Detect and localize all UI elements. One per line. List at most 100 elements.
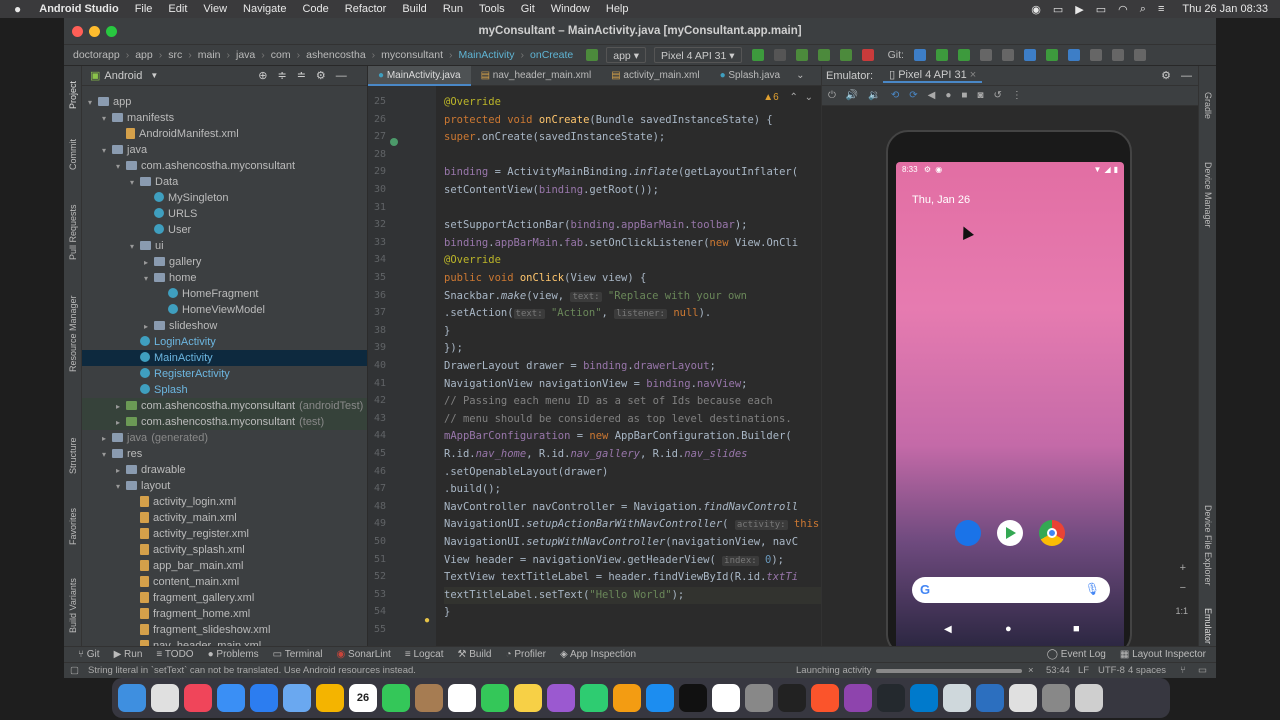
zoom-1-1[interactable]: 1:1 [1175, 606, 1188, 616]
run-icon[interactable] [751, 49, 764, 61]
menu-build[interactable]: Build [402, 3, 426, 15]
bottom-tab-profiler[interactable]: ◔ Profiler [506, 649, 547, 660]
tab-nav-header-main-xml[interactable]: ▤ nav_header_main.xml [471, 66, 602, 86]
calendar-dock-icon[interactable]: 26 [349, 684, 377, 712]
tree-item[interactable]: ▾ layout [82, 478, 367, 495]
code-line[interactable]: public void onClick(View view) { [444, 270, 646, 288]
more-icon[interactable]: ⋮ [1012, 90, 1022, 101]
gradle-sync-icon[interactable] [1023, 49, 1036, 61]
lightbulb-icon[interactable]: ● [424, 615, 430, 626]
bottom-tab-logcat[interactable]: ≡ Logcat [405, 649, 444, 660]
vscode-dock-icon[interactable] [910, 684, 938, 712]
record-icon[interactable]: ◉ [1031, 3, 1041, 16]
chevron-down-icon[interactable]: ▾ [116, 479, 126, 495]
play-store-app-icon[interactable] [997, 520, 1023, 546]
run-config-select[interactable]: app ▾ [606, 47, 646, 63]
code-line[interactable]: super.onCreate(savedInstanceState); [444, 129, 665, 147]
menu-refactor[interactable]: Refactor [345, 3, 387, 15]
code-line[interactable]: binding = ActivityMainBinding.inflate(ge… [444, 164, 798, 182]
tree-item[interactable]: activity_login.xml [82, 494, 367, 510]
rerun-icon[interactable] [773, 49, 786, 61]
zoom-window-icon[interactable] [106, 26, 117, 37]
minimize-panel-icon[interactable]: — [1181, 70, 1192, 82]
chevron-down-icon[interactable]: ▾ [130, 239, 140, 255]
tree-item[interactable]: activity_splash.xml [82, 542, 367, 558]
messages-app-icon[interactable] [955, 520, 981, 546]
bottom-tab-app-inspection[interactable]: ◈ App Inspection [560, 649, 636, 660]
code-line[interactable]: // menu should be considered as top leve… [444, 411, 792, 429]
chevron-down-icon[interactable]: ▼ [150, 71, 158, 80]
chrome-dock-icon[interactable] [712, 684, 740, 712]
podcasts-dock-icon[interactable] [547, 684, 575, 712]
menu-git[interactable]: Git [521, 3, 535, 15]
numbers-dock-icon[interactable] [580, 684, 608, 712]
search-icon[interactable]: ⌕ [1140, 3, 1146, 16]
locate-icon[interactable]: ⊕ [258, 69, 267, 82]
tree-item[interactable]: fragment_home.xml [82, 606, 367, 622]
tree-item[interactable]: fragment_gallery.xml [82, 590, 367, 606]
inspection-widget[interactable]: ▲6 ⌃ ⌄ [763, 92, 813, 103]
search-everywhere-icon[interactable] [1089, 49, 1102, 61]
override-gutter-icon[interactable] [390, 138, 398, 146]
microphone-icon[interactable]: 🎙 [1085, 582, 1100, 596]
code-line[interactable]: // Passing each menu ID as a set of Ids … [444, 393, 773, 411]
tree-item[interactable]: ▾ Data [82, 174, 367, 190]
menu-edit[interactable]: Edit [168, 3, 187, 15]
crumb-oncreate[interactable]: onCreate [527, 49, 576, 61]
expand-all-icon[interactable]: ≑ [277, 69, 286, 82]
chrome-app-icon[interactable] [1039, 520, 1065, 546]
bottom-tab-todo[interactable]: ≡ TODO [156, 649, 193, 660]
rollback-icon[interactable] [1001, 49, 1014, 61]
settings-icon[interactable] [1111, 49, 1124, 61]
crumb-mainactivity[interactable]: MainActivity [456, 49, 518, 61]
code-line[interactable]: } [444, 323, 450, 341]
tool-tab-commit[interactable]: Commit [65, 130, 81, 180]
phone-screen[interactable]: 8:33 ⚙ ◉ ▮ ◢ ▼ Thu, Jan 26 G 🎙 ◀ ● ■ [896, 162, 1124, 650]
menu-window[interactable]: Window [551, 3, 590, 15]
git-commit-icon[interactable] [935, 49, 948, 61]
tree-item[interactable]: app_bar_main.xml [82, 558, 367, 574]
app-store-dock-icon[interactable] [646, 684, 674, 712]
tree-item[interactable]: ▾ res [82, 446, 367, 462]
tool-tab-emulator[interactable]: Emulator [1200, 606, 1216, 646]
menu-run[interactable]: Run [443, 3, 463, 15]
code-line[interactable]: } [444, 604, 450, 622]
code-line[interactable]: NavigationUI.setupActionBarWithNavContro… [444, 516, 819, 535]
messages-dock-icon[interactable] [382, 684, 410, 712]
code-line[interactable]: setContentView(binding.getRoot()); [444, 182, 659, 200]
tool-tab-gradle[interactable]: Gradle [1200, 86, 1216, 126]
crumb-project[interactable]: doctorapp [70, 49, 123, 61]
tab-mainactivity-java[interactable]: ● MainActivity.java [368, 66, 471, 86]
menu-help[interactable]: Help [606, 3, 629, 15]
facetime-dock-icon[interactable] [481, 684, 509, 712]
preview-dock-icon[interactable] [943, 684, 971, 712]
code-line[interactable]: DrawerLayout drawer = binding.drawerLayo… [444, 358, 716, 376]
feedback-dock-icon[interactable] [844, 684, 872, 712]
bottom-tab-git[interactable]: ⑂ Git [78, 649, 100, 660]
tool-tab-pull-requests[interactable]: Pull Requests [65, 192, 81, 272]
chevron-down-icon[interactable]: ▾ [102, 143, 112, 159]
reminders-dock-icon[interactable] [448, 684, 476, 712]
profile-icon[interactable] [817, 49, 830, 61]
screen-icon[interactable]: ▭ [1053, 3, 1063, 16]
brave-dock-icon[interactable] [811, 684, 839, 712]
memory-icon[interactable]: ▭ [1198, 663, 1207, 679]
tree-item[interactable]: ▸ java (generated) [82, 430, 367, 446]
menu-tools[interactable]: Tools [479, 3, 505, 15]
bottom-tab-run[interactable]: ▶ Run [114, 649, 143, 660]
progress-bar[interactable] [876, 669, 1022, 673]
code-line[interactable]: mAppBarConfiguration = new AppBarConfigu… [444, 428, 792, 446]
mail-dock-icon[interactable] [217, 684, 245, 712]
debug-icon[interactable] [795, 49, 808, 61]
nav-back-icon[interactable]: ◀ [944, 624, 952, 635]
code-line[interactable]: .setAction(text: "Action", listener: nul… [444, 305, 711, 324]
tree-item[interactable]: RegisterActivity [82, 366, 367, 382]
zoom-in-icon[interactable]: + [1180, 562, 1186, 574]
trash-dock-icon[interactable] [1075, 684, 1103, 712]
zoom-out-icon[interactable]: − [1180, 582, 1186, 594]
crumb-app[interactable]: app [132, 49, 156, 61]
git-push-icon[interactable] [957, 49, 970, 61]
tree-item[interactable]: activity_main.xml [82, 510, 367, 526]
history-icon[interactable] [979, 49, 992, 61]
status-toggle-icon[interactable]: ▢ [70, 663, 79, 679]
